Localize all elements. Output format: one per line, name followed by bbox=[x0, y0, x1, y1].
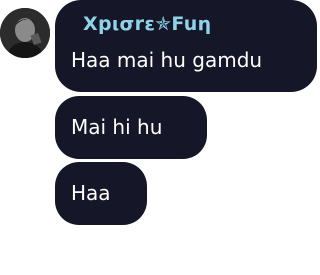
message-bubble[interactable]: Xpισrε✯Fuη Haa mai hu gamdu bbox=[55, 0, 317, 92]
message-bubble[interactable]: Haa bbox=[55, 162, 147, 225]
sender-name[interactable]: Xpισrε✯Fuη bbox=[83, 13, 211, 35]
message-text: Mai hi hu bbox=[71, 115, 163, 139]
user-avatar[interactable] bbox=[0, 8, 50, 58]
avatar-photo-icon bbox=[0, 8, 50, 58]
message-text: Haa mai hu gamdu bbox=[71, 48, 263, 72]
message-bubble[interactable]: Mai hi hu bbox=[55, 96, 207, 159]
message-text: Haa bbox=[71, 181, 111, 205]
